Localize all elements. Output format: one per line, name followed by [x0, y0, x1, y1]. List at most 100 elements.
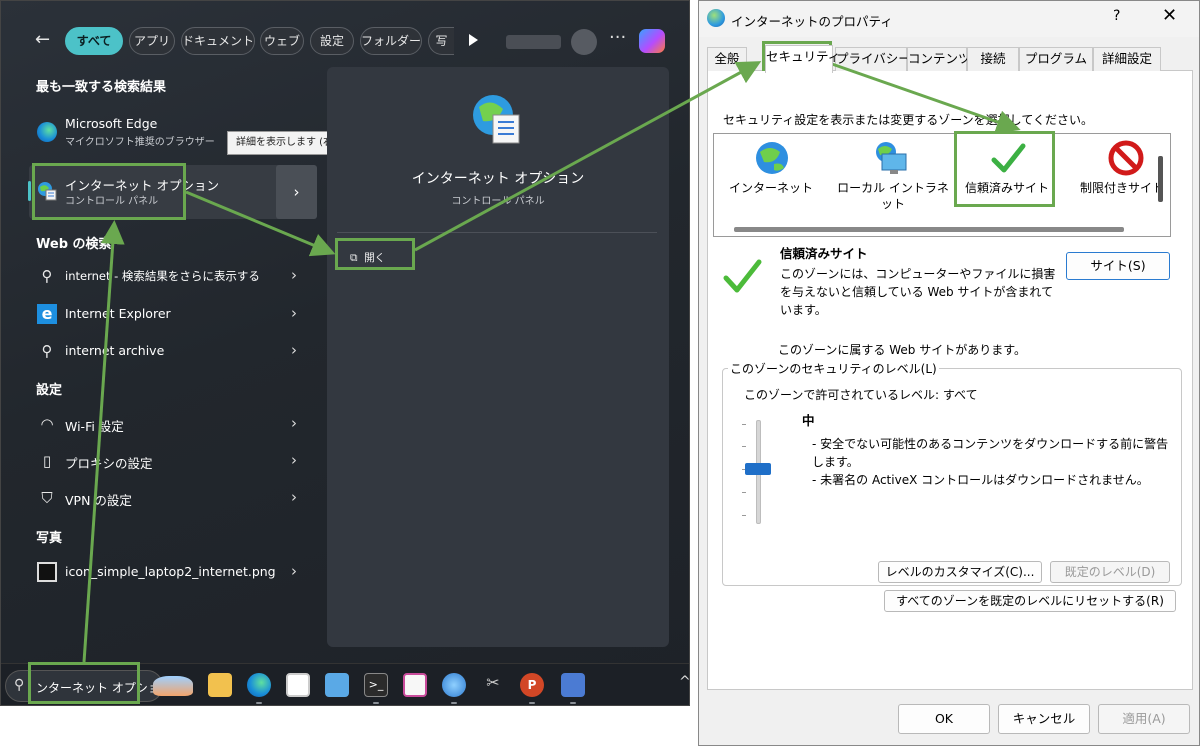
back-arrow-icon[interactable]: ←	[35, 29, 50, 50]
reset-all-zones-button[interactable]: すべてのゾーンを既定のレベルにリセットする(R)	[884, 590, 1176, 612]
running-indicator	[570, 702, 576, 704]
zone-internet[interactable]: インターネット	[716, 134, 826, 224]
globe-icon	[756, 142, 788, 174]
running-indicator	[451, 702, 457, 704]
slider-tick	[742, 492, 746, 493]
filter-web[interactable]: ウェブ	[260, 27, 304, 55]
close-button[interactable]: ✕	[1162, 5, 1177, 26]
chevron-right-icon: ›	[291, 304, 297, 322]
slider-tick	[742, 424, 746, 425]
photo-result[interactable]: icon_simple_laptop2_internet.png ›	[29, 554, 319, 590]
more-icon[interactable]: ···	[609, 27, 626, 48]
level-name: 中	[802, 413, 815, 428]
app-icon[interactable]	[403, 673, 427, 697]
ok-button[interactable]: OK	[898, 704, 990, 734]
result-title: Microsoft Edge	[65, 116, 158, 131]
detail-subtitle: コントロール パネル	[451, 196, 545, 207]
file-explorer-icon[interactable]	[208, 673, 232, 697]
level-description-line: - 安全でない可能性のあるコンテンツをダウンロードする前に警告します。	[812, 437, 1169, 469]
proxy-icon: ▯	[42, 452, 52, 470]
network-globe-icon[interactable]	[442, 673, 466, 697]
snipping-tool-icon[interactable]: ✂	[481, 673, 505, 697]
store-icon[interactable]	[286, 673, 310, 697]
copilot-icon[interactable]	[639, 29, 665, 53]
slider-thumb[interactable]	[745, 463, 771, 475]
result-title: VPN の設定	[65, 493, 132, 508]
chevron-right-icon: ›	[291, 451, 297, 469]
help-button[interactable]: ?	[1113, 8, 1120, 24]
tab-content[interactable]: コンテンツ	[907, 47, 971, 71]
web-result-internet-archive[interactable]: ⚲ internet archive ›	[29, 333, 319, 369]
slider-tick	[742, 515, 746, 516]
intranet-icon	[876, 142, 907, 174]
result-title: Wi-Fi 設定	[65, 419, 124, 434]
web-result-internet[interactable]: ⚲ internet - 検索結果をさらに表示する ›	[29, 258, 319, 294]
play-more-icon[interactable]	[469, 34, 478, 46]
running-indicator	[373, 702, 379, 704]
web-search-header: Web の検索	[36, 237, 112, 252]
search-icon: ⚲	[14, 677, 25, 693]
sites-button[interactable]: サイト(S)	[1066, 252, 1170, 280]
edge-icon	[37, 122, 57, 142]
result-title: internet archive	[65, 343, 165, 358]
tab-programs[interactable]: プログラム	[1019, 47, 1093, 71]
zone-local-intranet[interactable]: ローカル イントラネット	[834, 134, 952, 224]
powerpoint-icon[interactable]: P	[520, 673, 544, 697]
filter-all[interactable]: すべて	[65, 27, 123, 55]
terminal-icon[interactable]: >_	[364, 673, 388, 697]
account-name	[506, 35, 561, 49]
shield-icon: ⛉	[41, 489, 53, 507]
web-result-internet-explorer[interactable]: e Internet Explorer ›	[29, 296, 319, 332]
zone-label: ローカル イントラネット	[837, 181, 949, 211]
zone-label: インターネット	[728, 181, 813, 195]
result-title: internet - 検索結果をさらに表示する	[65, 269, 260, 283]
vertical-scrollbar[interactable]	[1158, 156, 1163, 202]
search-filter-bar: ← すべて アプリ ドキュメント ウェブ 設定 フォルダー 写 ···	[1, 23, 689, 57]
search-icon: ⚲	[41, 267, 53, 285]
tab-advanced[interactable]: 詳細設定	[1093, 47, 1161, 71]
filter-settings[interactable]: 設定	[310, 27, 354, 55]
best-match-header: 最も一致する検索結果	[36, 80, 167, 95]
highlight-trusted-sites-zone	[954, 131, 1055, 207]
weather-widget-icon[interactable]	[153, 676, 193, 696]
running-indicator	[529, 702, 535, 704]
tab-privacy[interactable]: プライバシー	[835, 47, 911, 71]
windows-search-panel: ← すべて アプリ ドキュメント ウェブ 設定 フォルダー 写 ··· 最も一致…	[0, 0, 690, 706]
filter-photos[interactable]: 写	[428, 27, 454, 55]
tab-strip: 全般 セキュリティ プライバシー コンテンツ 接続 プログラム 詳細設定	[707, 45, 1193, 73]
tab-general[interactable]: 全般	[707, 47, 747, 71]
expand-details-button[interactable]: ›	[276, 165, 317, 219]
wifi-icon: ◠	[40, 415, 54, 433]
dialog-title: インターネットのプロパティ	[731, 14, 893, 29]
internet-explorer-icon: e	[37, 304, 57, 324]
horizontal-scrollbar[interactable]	[734, 227, 1124, 232]
no-entry-icon	[1108, 140, 1144, 176]
setting-wifi[interactable]: ◠ Wi-Fi 設定 ›	[29, 406, 319, 442]
tab-security[interactable]: セキュリティ	[765, 45, 840, 73]
edge-icon[interactable]	[247, 673, 271, 697]
cancel-button[interactable]: キャンセル	[998, 704, 1090, 734]
result-subtitle: マイクロソフト推奨のブラウザー	[65, 137, 215, 148]
apply-button[interactable]: 適用(A)	[1098, 704, 1190, 734]
setting-vpn[interactable]: ⛉ VPN の設定 ›	[29, 480, 319, 516]
zone-list[interactable]: インターネット ローカル イントラネット 信頼済みサイト 制限付きサイト	[713, 133, 1171, 237]
highlight-internet-options-result	[32, 163, 186, 220]
chevron-right-icon: ›	[291, 341, 297, 359]
default-level-button[interactable]: 既定のレベル(D)	[1050, 561, 1170, 583]
setting-proxy[interactable]: ▯ プロキシの設定 ›	[29, 443, 319, 479]
filter-documents[interactable]: ドキュメント	[181, 27, 255, 55]
chevron-up-icon[interactable]: ^	[679, 674, 689, 690]
allowed-level-text: このゾーンで許可されているレベル: すべて	[744, 388, 978, 402]
chevron-right-icon: ›	[291, 414, 297, 432]
check-icon	[723, 259, 762, 293]
filter-apps[interactable]: アプリ	[129, 27, 175, 55]
remote-desktop-icon[interactable]	[325, 673, 349, 697]
control-panel-icon[interactable]	[561, 673, 585, 697]
tab-connections[interactable]: 接続	[967, 47, 1019, 71]
security-level-legend: このゾーンのセキュリティのレベル(L)	[728, 360, 939, 377]
detail-title: インターネット オプション	[411, 171, 585, 187]
filter-folders[interactable]: フォルダー	[360, 27, 422, 55]
customize-level-button[interactable]: レベルのカスタマイズ(C)...	[878, 561, 1042, 583]
zone-restricted-sites[interactable]: 制限付きサイト	[1070, 134, 1170, 224]
avatar[interactable]	[571, 29, 597, 55]
